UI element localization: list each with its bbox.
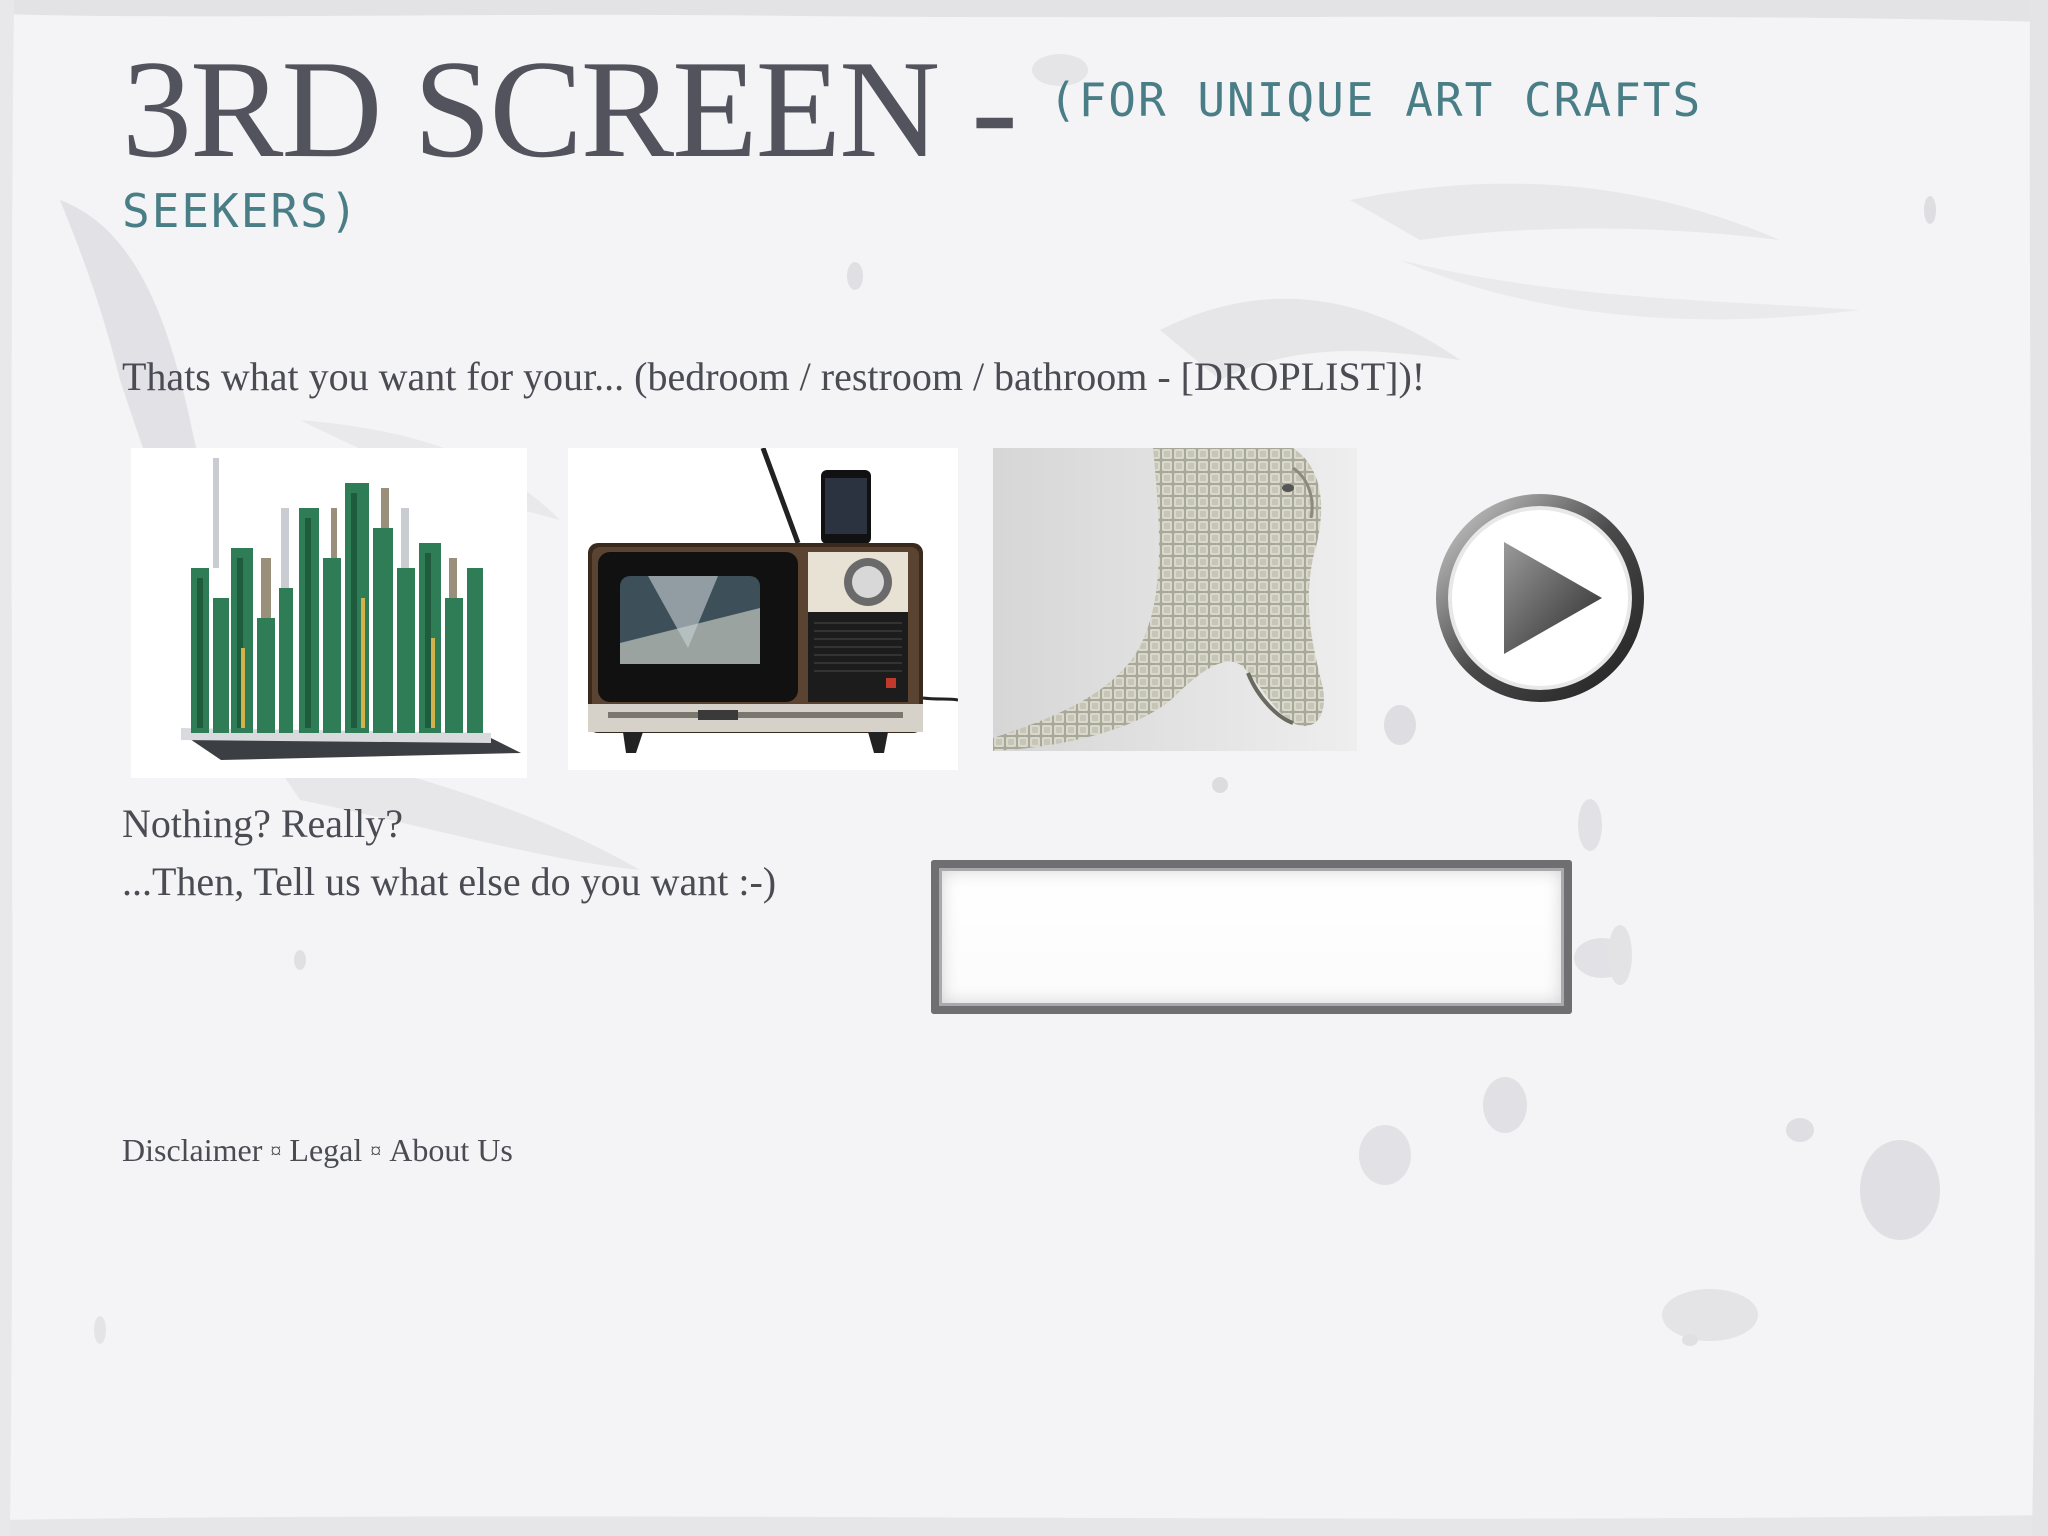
play-button[interactable] — [1432, 490, 1648, 706]
footer-links: Disclaimer ¤ Legal ¤ About Us — [122, 1132, 513, 1169]
prompt-line-1: Nothing? Really? — [122, 801, 404, 846]
room-question: Thats what you want for your... (bedroom… — [122, 354, 1426, 399]
footer-link-legal[interactable]: Legal — [289, 1132, 362, 1168]
title-subtitle: (FOR UNIQUE ART CRAFTS — [1048, 73, 1703, 127]
keyboard-horse-graphic — [993, 448, 1357, 751]
circuit-city-graphic — [131, 448, 527, 778]
circuit-board-city-image[interactable] — [131, 448, 527, 778]
page-title: 3RD SCREEN - (FOR UNIQUE ART CRAFTS SEEK… — [122, 40, 1902, 238]
footer-link-about-us[interactable]: About Us — [389, 1132, 513, 1168]
title-main: 3RD SCREEN - — [122, 32, 1049, 187]
page: 3RD SCREEN - (FOR UNIQUE ART CRAFTS SEEK… — [0, 0, 2048, 1536]
wish-input[interactable] — [931, 860, 1572, 1014]
retro-tv-dock-image[interactable] — [568, 448, 958, 770]
title-subtitle-continued: SEEKERS) — [122, 184, 360, 238]
footer-link-disclaimer[interactable]: Disclaimer — [122, 1132, 262, 1168]
prompt-line-2: ...Then, Tell us what else do you want :… — [122, 859, 777, 904]
play-icon — [1436, 494, 1644, 702]
footer-separator: ¤ — [370, 1138, 382, 1163]
retro-tv-graphic — [568, 448, 958, 770]
prompt-text: Nothing? Really? ...Then, Tell us what e… — [122, 795, 776, 911]
keyboard-horse-image[interactable] — [993, 448, 1357, 751]
footer-separator: ¤ — [270, 1138, 282, 1163]
